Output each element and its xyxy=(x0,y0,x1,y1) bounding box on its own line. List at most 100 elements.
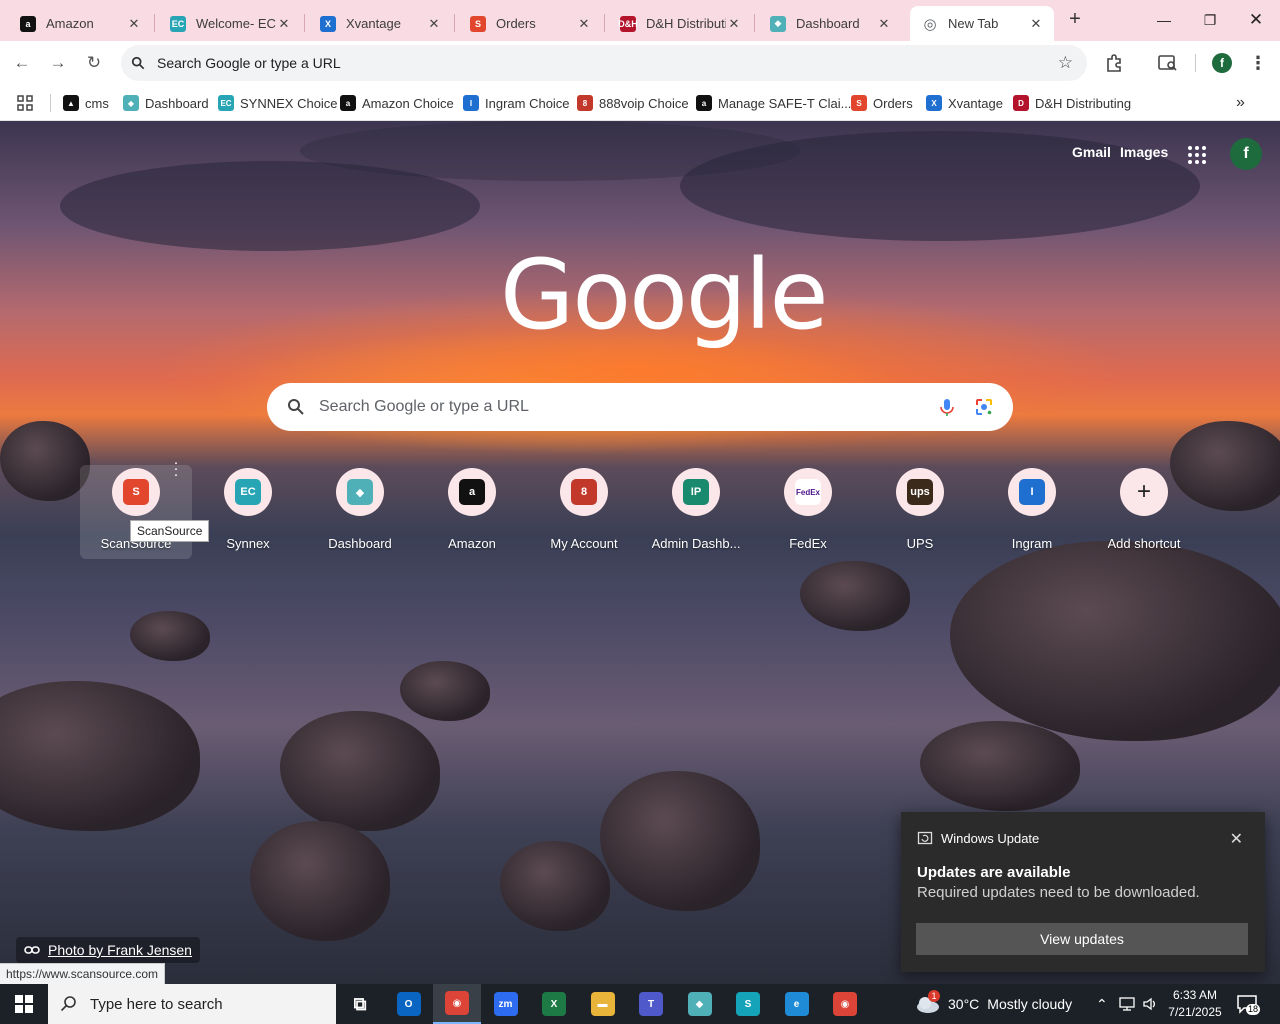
shortcut-icon-circle: FedEx xyxy=(784,468,832,516)
bookmark-favicon-icon: S xyxy=(851,95,867,111)
close-tab-icon[interactable]: ✕ xyxy=(276,16,292,32)
zoom-icon[interactable]: zm xyxy=(482,984,530,1024)
google-apps-icon[interactable] xyxy=(1188,146,1206,164)
taskbar-clock[interactable]: 6:33 AM 7/21/2025 xyxy=(1162,987,1228,1021)
close-tab-icon[interactable]: ✕ xyxy=(426,16,442,32)
bookmark-item[interactable]: 8 888voip Choice xyxy=(577,92,689,114)
bookmark-item[interactable]: ▲ cms xyxy=(63,92,109,114)
bookmark-item[interactable]: I Ingram Choice xyxy=(463,92,570,114)
more-menu-icon[interactable]: ⋮ xyxy=(1247,52,1269,74)
shortcut-tile[interactable]: IP Admin Dashb... xyxy=(640,465,752,559)
reload-button[interactable]: ↻ xyxy=(80,49,108,77)
task-view-icon[interactable]: ⧉ xyxy=(336,984,384,1024)
back-button[interactable]: ← xyxy=(8,49,36,77)
toast-title: Updates are available xyxy=(917,864,1071,881)
app-s-icon[interactable]: S xyxy=(724,984,772,1024)
tab-title: Dashboard xyxy=(796,16,860,31)
toast-close-icon[interactable]: ✕ xyxy=(1230,829,1243,849)
shortcut-tile[interactable]: 8 My Account xyxy=(528,465,640,559)
profile-avatar[interactable]: f xyxy=(1212,53,1232,73)
more-bookmarks-chevron-icon[interactable]: » xyxy=(1236,92,1245,114)
bookmark-star-icon[interactable]: ☆ xyxy=(1058,53,1073,73)
bookmark-item[interactable]: D D&H Distributing xyxy=(1013,92,1131,114)
extensions-icon[interactable] xyxy=(1103,52,1125,74)
windows-update-icon xyxy=(917,831,933,845)
address-bar-text: Search Google or type a URL xyxy=(157,55,341,71)
task-view-icon-glyph: ⧉ xyxy=(353,993,367,1014)
address-bar[interactable]: Search Google or type a URL ☆ xyxy=(121,45,1087,81)
file-explorer-icon[interactable]: ▬ xyxy=(579,984,627,1024)
tab[interactable]: ◆ Dashboard ✕ xyxy=(758,6,902,41)
tab-title: Xvantage xyxy=(346,16,401,31)
voice-search-icon[interactable] xyxy=(937,397,957,417)
edge-icon[interactable]: e xyxy=(773,984,821,1024)
shortcut-tile[interactable]: EC Synnex xyxy=(192,465,304,559)
forward-button[interactable]: → xyxy=(44,49,72,77)
close-window-button[interactable]: ✕ xyxy=(1233,6,1279,34)
images-link[interactable]: Images xyxy=(1120,144,1168,160)
shortcut-favicon-icon: ◆ xyxy=(347,479,373,505)
tab[interactable]: ◎ New Tab ✕ xyxy=(910,6,1054,41)
network-icon[interactable] xyxy=(1118,996,1136,1012)
dashboard-app-icon[interactable]: ◆ xyxy=(676,984,724,1024)
bookmark-item[interactable]: X Xvantage xyxy=(926,92,1003,114)
close-tab-icon[interactable]: ✕ xyxy=(876,16,892,32)
shortcut-label: My Account xyxy=(550,536,618,551)
tab-divider xyxy=(454,14,455,32)
tab-title: New Tab xyxy=(948,16,999,31)
close-tab-icon[interactable]: ✕ xyxy=(576,16,592,32)
google-search-box[interactable]: Search Google or type a URL xyxy=(267,383,1013,431)
bookmark-favicon-icon: a xyxy=(340,95,356,111)
new-tab-button[interactable]: + xyxy=(1064,9,1086,31)
bookmark-item[interactable]: EC SYNNEX Choice xyxy=(218,92,338,114)
bookmark-item[interactable]: ◆ Dashboard xyxy=(123,92,209,114)
volume-icon[interactable] xyxy=(1142,996,1158,1012)
dh-icon: D&H xyxy=(618,15,638,32)
close-tab-icon[interactable]: ✕ xyxy=(726,16,742,32)
lens-search-icon[interactable] xyxy=(974,397,994,417)
view-updates-button[interactable]: View updates xyxy=(916,923,1248,955)
restore-button[interactable]: ❐ xyxy=(1187,6,1233,34)
chrome-icon[interactable]: ◉ xyxy=(433,984,481,1024)
tab[interactable]: S Orders ✕ xyxy=(458,6,602,41)
gmail-link[interactable]: Gmail xyxy=(1072,144,1111,160)
tab[interactable]: D&H D&H Distributi ✕ xyxy=(608,6,752,41)
shortcut-menu-icon[interactable]: · · · xyxy=(170,455,182,482)
bookmark-item[interactable]: a Amazon Choice xyxy=(340,92,454,114)
background-rock xyxy=(280,711,440,831)
show-hidden-icons-chevron-icon[interactable]: ⌃ xyxy=(1096,996,1108,1013)
bookmark-item[interactable]: S Orders xyxy=(851,92,913,114)
start-button[interactable] xyxy=(0,984,48,1024)
tab[interactable]: X Xvantage ✕ xyxy=(308,6,452,41)
chrome-profile-icon[interactable]: ◉ xyxy=(821,984,869,1024)
bookmark-label: Xvantage xyxy=(948,95,1003,111)
toast-app-name: Windows Update xyxy=(941,830,1040,846)
account-avatar[interactable]: f xyxy=(1230,138,1262,170)
bookmark-favicon-icon: X xyxy=(926,95,942,111)
teams-icon[interactable]: T xyxy=(627,984,675,1024)
shortcut-tile[interactable]: FedEx FedEx xyxy=(752,465,864,559)
bookmark-label: cms xyxy=(85,95,109,111)
shortcut-tile[interactable]: ups UPS xyxy=(864,465,976,559)
taskbar-search-box[interactable]: Type here to search xyxy=(48,984,336,1024)
bookmark-item[interactable]: a Manage SAFE-T Clai... xyxy=(696,92,851,114)
tab[interactable]: a Amazon ✕ xyxy=(8,6,152,41)
shortcut-tile[interactable]: ◆ Dashboard xyxy=(304,465,416,559)
excel-icon[interactable]: X xyxy=(530,984,578,1024)
minimize-button[interactable]: — xyxy=(1141,6,1187,34)
photo-credit[interactable]: Photo by Frank Jensen xyxy=(16,937,200,963)
outlook-icon[interactable]: O xyxy=(385,984,433,1024)
close-tab-icon[interactable]: ✕ xyxy=(126,16,142,32)
close-tab-icon[interactable]: ✕ xyxy=(1028,16,1044,32)
weather-widget[interactable]: 1 30°C Mostly cloudy xyxy=(914,984,1072,1024)
tab[interactable]: EC Welcome- ECE ✕ xyxy=(158,6,302,41)
add-shortcut-button[interactable]: + Add shortcut xyxy=(1088,465,1200,559)
bookmarks-divider xyxy=(50,94,51,112)
bookmark-favicon-icon: 8 xyxy=(577,95,593,111)
tab-search-icon[interactable] xyxy=(1157,52,1179,74)
tab-strip: a Amazon ✕ EC Welcome- ECE ✕ X Xvantage ✕ S Orders… xyxy=(0,0,1280,41)
shortcut-tile[interactable]: I Ingram xyxy=(976,465,1088,559)
shortcut-tile[interactable]: a Amazon xyxy=(416,465,528,559)
notification-center-icon[interactable]: 18 xyxy=(1236,994,1261,1016)
apps-grid-icon[interactable] xyxy=(17,92,33,114)
